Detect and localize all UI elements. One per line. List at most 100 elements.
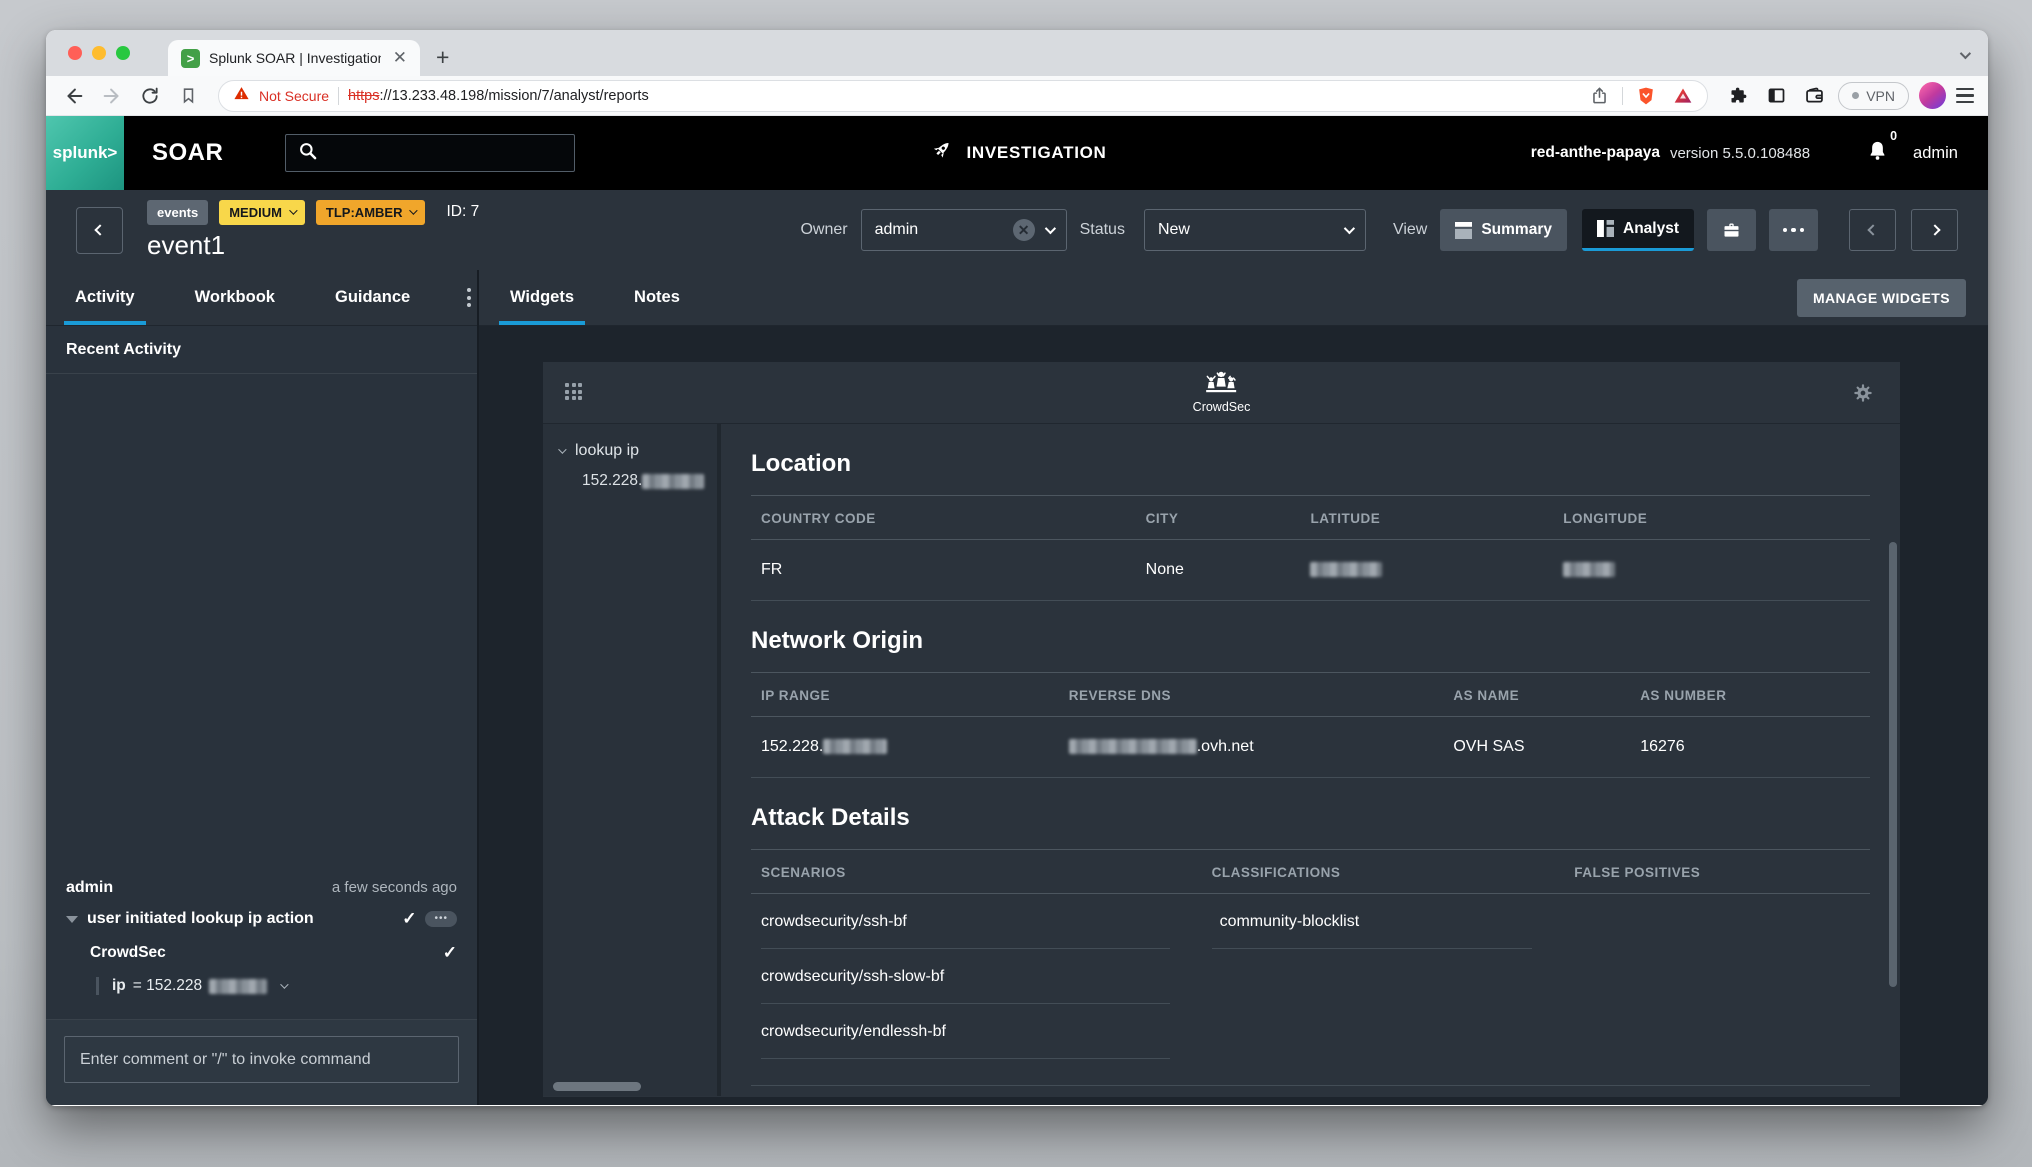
previous-event-button[interactable] (1849, 209, 1896, 251)
redacted-ip (642, 474, 704, 489)
global-search-input[interactable] (285, 134, 575, 172)
crowdsec-icon (1204, 369, 1238, 395)
product-name: SOAR (152, 139, 223, 167)
analyst-view-button[interactable]: Analyst (1582, 209, 1694, 251)
comment-input[interactable] (64, 1036, 459, 1083)
next-event-button[interactable] (1911, 209, 1958, 251)
close-window-button[interactable] (68, 46, 82, 60)
refresh-icon[interactable] (136, 82, 164, 110)
crowdsec-widget: CrowdSec lookup ip (543, 362, 1900, 1097)
user-menu[interactable]: admin (1913, 144, 1958, 163)
city-value: None (1146, 561, 1311, 579)
collapse-caret-icon[interactable] (66, 916, 78, 923)
tree-node-lookup-ip[interactable]: lookup ip (543, 442, 717, 460)
security-status[interactable]: Not Secure (259, 88, 329, 104)
minimize-window-button[interactable] (92, 46, 106, 60)
success-check-icon: ✓ (443, 943, 457, 963)
clear-owner-icon[interactable]: ✕ (1013, 219, 1035, 241)
summary-view-button[interactable]: Summary (1440, 209, 1567, 251)
back-icon[interactable] (60, 82, 88, 110)
classification-item: community-blocklist (1212, 894, 1533, 949)
chevron-down-icon (558, 445, 566, 453)
vpn-badge[interactable]: VPN (1838, 82, 1909, 110)
address-bar[interactable]: Not Secure https://13.233.48.198/mission… (218, 80, 1708, 112)
drag-handle-icon[interactable] (565, 383, 582, 400)
desktop: > Splunk SOAR | Investigation ✕ + (0, 0, 2032, 1167)
chevron-down-icon (1344, 223, 1355, 234)
severity-badge[interactable]: MEDIUM (219, 200, 305, 225)
zoom-window-button[interactable] (116, 46, 130, 60)
feed-more-button[interactable]: ••• (425, 911, 457, 927)
event-controls: Owner admin ✕ Status New View Summary (800, 209, 1958, 251)
recent-activity-header: Recent Activity (46, 326, 477, 374)
splunk-logo[interactable]: splunk> (46, 116, 124, 190)
false-positives-list (1574, 894, 1860, 1085)
tab-activity[interactable]: Activity (72, 270, 138, 325)
chevron-down-icon (280, 980, 288, 988)
vertical-scrollbar[interactable] (1889, 542, 1897, 987)
url-text[interactable]: https://13.233.48.198/mission/7/analyst/… (348, 88, 1576, 104)
widget-settings-button[interactable] (1852, 382, 1874, 409)
extensions-icon[interactable] (1724, 82, 1752, 110)
more-actions-button[interactable] (1769, 209, 1818, 251)
url-scheme: https (348, 88, 379, 104)
ellipsis-icon (1783, 228, 1805, 233)
brave-shield-icon[interactable] (1632, 82, 1660, 110)
vpn-dot-icon (1852, 92, 1859, 99)
status-label: Status (1080, 221, 1125, 239)
tab-search-icon[interactable] (1960, 46, 1968, 64)
feed-parameter[interactable]: ip = 152.228 (96, 977, 457, 995)
instance-name: red-anthe-papaya (1531, 144, 1660, 162)
bat-rewards-icon[interactable] (1669, 82, 1697, 110)
app-header-right: red-anthe-papaya version 5.5.0.108488 0 … (1531, 139, 1988, 167)
tab-widgets[interactable]: Widgets (507, 270, 577, 325)
as-number-value: 16276 (1640, 738, 1860, 756)
notifications-button[interactable]: 0 (1866, 139, 1889, 167)
status-select[interactable]: New (1144, 209, 1366, 251)
bookmark-icon[interactable] (174, 82, 202, 110)
horizontal-scrollbar[interactable] (553, 1082, 641, 1091)
tab-title: Splunk SOAR | Investigation (209, 50, 381, 66)
success-check-icon: ✓ (402, 909, 416, 929)
back-to-events-button[interactable] (76, 207, 123, 254)
reverse-dns-value: .ovh.net (1069, 738, 1454, 756)
sidebar-icon[interactable] (1762, 82, 1790, 110)
browser-tab[interactable]: > Splunk SOAR | Investigation ✕ (168, 40, 420, 76)
tlp-badge[interactable]: TLP:AMBER (316, 200, 426, 225)
gear-icon (1852, 382, 1874, 404)
owner-select[interactable]: admin ✕ (861, 209, 1067, 251)
owner-label: Owner (800, 221, 847, 239)
activity-feed: admin a few seconds ago user initiated l… (46, 374, 477, 1019)
redacted-latitude (1310, 562, 1382, 577)
feed-action: user initiated lookup ip action (87, 910, 393, 928)
left-tab-bar: Activity Workbook Guidance (46, 270, 477, 326)
feed-timestamp: a few seconds ago (332, 879, 457, 896)
section-title-attack: Attack Details (751, 804, 1870, 832)
new-tab-button[interactable]: + (436, 46, 449, 69)
classifications-list: community-blocklist (1212, 894, 1575, 1085)
widget-header: CrowdSec (543, 362, 1900, 424)
share-icon[interactable] (1585, 82, 1613, 110)
wallet-icon[interactable] (1800, 82, 1828, 110)
toolbox-button[interactable] (1707, 209, 1756, 251)
comment-box (46, 1019, 477, 1105)
forward-icon[interactable] (98, 82, 126, 110)
feed-app-name: CrowdSec (90, 944, 443, 962)
profile-avatar[interactable] (1919, 82, 1946, 109)
close-tab-icon[interactable]: ✕ (390, 48, 410, 68)
manage-widgets-button[interactable]: MANAGE WIDGETS (1797, 279, 1966, 317)
view-label: View (1393, 221, 1427, 239)
app-header: splunk> SOAR INVESTIGATION red-anthe-pap… (46, 116, 1988, 190)
menu-icon[interactable] (1956, 88, 1974, 103)
tab-guidance[interactable]: Guidance (332, 270, 413, 325)
scenario-item: crowdsecurity/endlessh-bf (761, 1004, 1170, 1059)
tree-node-ip-value[interactable]: 152.228. (543, 472, 717, 490)
location-table-row: FR None (751, 540, 1870, 601)
section-title-network: Network Origin (751, 627, 1870, 655)
analyst-icon (1597, 220, 1614, 237)
tab-workbook[interactable]: Workbook (192, 270, 278, 325)
redacted-ip (209, 979, 267, 994)
tab-notes[interactable]: Notes (631, 270, 683, 325)
attack-table-header: SCENARIOS CLASSIFICATIONS FALSE POSITIVE… (751, 849, 1870, 894)
scenario-item: crowdsecurity/ssh-slow-bf (761, 949, 1170, 1004)
